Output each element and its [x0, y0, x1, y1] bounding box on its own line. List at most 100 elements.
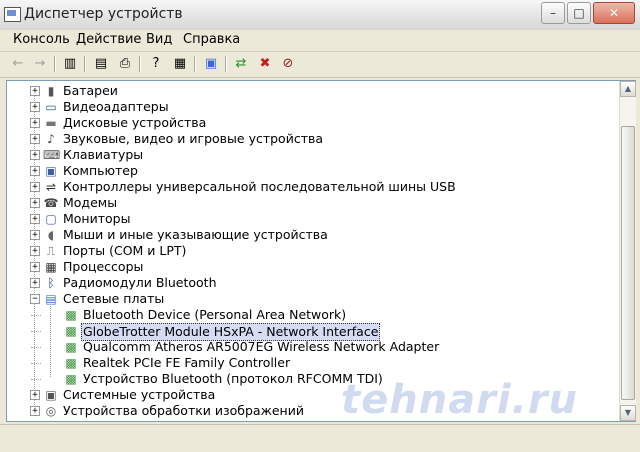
status-bar — [0, 424, 640, 452]
device-label: Радиомодули Bluetooth — [63, 275, 217, 290]
scroll-down-button[interactable]: ▼ — [620, 405, 636, 421]
device-category-row[interactable]: + ◖ Мыши и иные указывающие устройства — [7, 227, 619, 243]
device-category-row[interactable]: + ▢ Мониторы — [7, 211, 619, 227]
tree-connector-line — [31, 363, 41, 364]
show-hide-tree-icon[interactable]: ▥ — [62, 56, 78, 72]
device-label: Компьютер — [63, 163, 138, 178]
device-category-row[interactable]: + ▣ Компьютер — [7, 163, 619, 179]
menu-view[interactable]: Вид — [146, 32, 172, 47]
device-label: Qualcomm Atheros AR5007EG Wireless Netwo… — [83, 339, 440, 354]
device-label: Видеоадаптеры — [63, 99, 169, 114]
device-category-row[interactable]: + ▬ Дисковые устройства — [7, 115, 619, 131]
expand-toggle[interactable]: + — [30, 214, 40, 224]
mouse-icon: ◖ — [47, 228, 55, 242]
tree-connector-line — [31, 379, 41, 380]
expand-toggle[interactable]: + — [30, 262, 40, 272]
menu-action[interactable]: Действие — [76, 32, 141, 47]
expand-toggle[interactable]: + — [30, 182, 40, 192]
modem-icon: ☎ — [43, 196, 59, 210]
expand-toggle[interactable]: + — [30, 390, 40, 400]
device-category-row[interactable]: + ♪ Звуковые, видео и игровые устройства — [7, 131, 619, 147]
device-category-row[interactable]: + ⌨ Клавиатуры — [7, 147, 619, 163]
expand-toggle[interactable]: + — [30, 198, 40, 208]
device-label: Мониторы — [63, 211, 131, 226]
network-device-row[interactable]: ▩ Bluetooth Device (Personal Area Network… — [7, 307, 619, 323]
toolbar-separator — [194, 56, 196, 72]
battery-icon: ▮ — [47, 84, 55, 98]
window-title: Диспетчер устройств — [24, 6, 183, 22]
network-device-row[interactable]: ▩ GlobeTrotter Module HSxPA - Network Int… — [7, 323, 619, 341]
device-tree-pane[interactable]: + ▮ Батареи + ▭ Видеоадаптеры + ▬ Дисковые устро… — [6, 80, 636, 423]
scan-hardware-icon[interactable]: ▣ — [203, 56, 219, 72]
network-card-icon: ▩ — [65, 324, 77, 338]
expand-toggle[interactable]: + — [30, 166, 40, 176]
bluetooth-icon: ᛒ — [47, 276, 55, 290]
expand-toggle[interactable]: + — [30, 118, 40, 128]
collapse-toggle[interactable]: − — [30, 294, 40, 304]
expand-toggle[interactable]: + — [30, 246, 40, 256]
network-device-row[interactable]: ▩ Qualcomm Atheros AR5007EG Wireless Netw… — [7, 339, 619, 355]
device-category-row[interactable]: + ⇌ Контроллеры универсальной последовател… — [7, 179, 619, 195]
console-tree-icon[interactable]: ▦ — [172, 56, 188, 72]
device-label: Клавиатуры — [63, 147, 144, 162]
device-label: Порты (COM и LPT) — [63, 243, 187, 258]
menu-console[interactable]: Консоль — [13, 32, 70, 47]
minimize-button[interactable]: – — [541, 2, 565, 24]
uninstall-device-icon[interactable]: ✖ — [257, 56, 273, 72]
device-label: Батареи — [63, 83, 118, 98]
imaging-device-icon: ◎ — [45, 404, 57, 418]
network-card-icon: ▩ — [65, 340, 77, 354]
close-button[interactable]: ✕ — [593, 2, 635, 24]
back-arrow-icon[interactable]: ← — [10, 56, 26, 72]
device-category-row[interactable]: + ▭ Видеоадаптеры — [7, 99, 619, 115]
expand-toggle[interactable]: + — [30, 102, 40, 112]
forward-arrow-icon[interactable]: → — [32, 56, 48, 72]
device-category-row[interactable]: + ▦ Процессоры — [7, 259, 619, 275]
expand-toggle[interactable]: + — [30, 278, 40, 288]
device-label: Bluetooth Device (Personal Area Network) — [83, 307, 347, 322]
device-label: Контроллеры универсальной последовательн… — [63, 179, 456, 194]
maximize-button[interactable]: □ — [567, 2, 591, 24]
port-icon: ⎍ — [46, 244, 56, 258]
expand-toggle[interactable]: + — [30, 134, 40, 144]
update-driver-icon[interactable]: ⇄ — [233, 56, 249, 72]
expand-toggle[interactable]: + — [30, 86, 40, 96]
processor-icon: ▦ — [45, 260, 57, 274]
network-card-icon: ▩ — [65, 356, 77, 370]
device-label: Процессоры — [63, 259, 144, 274]
device-category-row[interactable]: + ☎ Модемы — [7, 195, 619, 211]
network-device-row[interactable]: ▩ Realtek PCIe FE Family Controller — [7, 355, 619, 371]
device-label: Realtek PCIe FE Family Controller — [83, 355, 291, 370]
keyboard-icon: ⌨ — [43, 148, 61, 162]
expand-toggle[interactable]: + — [30, 406, 40, 416]
tree-connector-line — [31, 331, 41, 332]
properties-icon[interactable]: ▤ — [93, 56, 109, 72]
disable-device-icon[interactable]: ⊘ — [280, 56, 296, 72]
title-bar[interactable]: Диспетчер устройств – □ ✕ — [0, 0, 640, 31]
device-category-row[interactable]: − ▤ Сетевые платы — [7, 291, 619, 307]
expand-toggle[interactable]: + — [30, 150, 40, 160]
device-category-row[interactable]: + ⎍ Порты (COM и LPT) — [7, 243, 619, 259]
toolbar-separator — [54, 56, 56, 72]
device-category-row[interactable]: + ▮ Батареи — [7, 83, 619, 99]
device-label: Устройство Bluetooth (протокол RFCOMM TD… — [83, 371, 383, 386]
menu-help[interactable]: Справка — [183, 32, 240, 47]
print-icon[interactable]: ⎙ — [117, 56, 133, 72]
scroll-thumb[interactable] — [621, 126, 635, 400]
device-label: Устройства обработки изображений — [63, 403, 304, 418]
scroll-up-button[interactable]: ▲ — [620, 81, 636, 97]
help-icon[interactable]: ? — [148, 56, 164, 72]
menu-bar: Консоль Действие Вид Справка — [0, 30, 640, 52]
device-category-row[interactable]: + ᛒ Радиомодули Bluetooth — [7, 275, 619, 291]
monitor-icon: ▢ — [45, 212, 57, 226]
display-adapter-icon: ▭ — [45, 100, 57, 114]
system-device-icon: ▣ — [45, 388, 57, 402]
vertical-scrollbar[interactable]: ▲ ▼ — [619, 81, 636, 421]
device-label: Модемы — [63, 195, 118, 210]
device-label: Сетевые платы — [63, 291, 165, 306]
usb-icon: ⇌ — [45, 180, 57, 194]
watermark: tehnari.ru — [341, 377, 579, 423]
expand-toggle[interactable]: + — [30, 230, 40, 240]
device-manager-window: Диспетчер устройств – □ ✕ Консоль Действ… — [0, 0, 640, 452]
toolbar-separator — [225, 56, 227, 72]
